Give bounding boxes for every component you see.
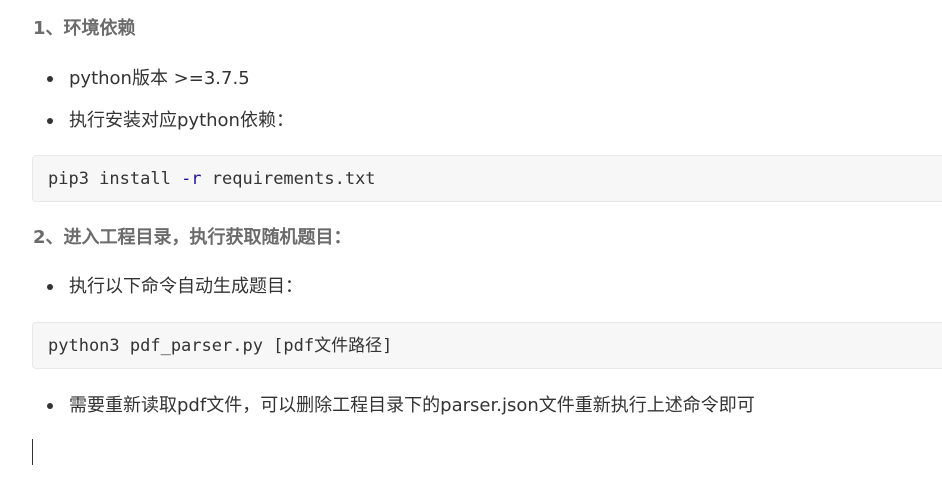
code-argument: requirements.txt <box>201 169 376 189</box>
section-heading-run: 2、进入工程目录，执行获取随机题目： <box>33 227 352 248</box>
code-block-run[interactable]: python3 pdf_parser.py [pdf文件路径] <box>32 322 942 369</box>
code-placeholder-text: 文件路径 <box>314 336 383 356</box>
bullet-icon <box>47 284 53 290</box>
list-item-text: 执行安装对应python依赖： <box>69 110 294 131</box>
code-command: pip3 install <box>48 169 182 189</box>
code-command: python3 pdf_parser.py [pdf <box>48 336 315 356</box>
list-item: 执行以下命令自动生成题目： <box>47 274 303 300</box>
list-item-text: 需要重新读取pdf文件，可以删除工程目录下的parser.json文件重新执行上… <box>69 395 755 416</box>
bullet-icon <box>47 76 53 82</box>
bullet-icon <box>47 118 53 124</box>
code-block-install[interactable]: pip3 install -r requirements.txt <box>32 155 942 202</box>
bullet-icon <box>47 403 53 409</box>
list-item: 执行安装对应python依赖： <box>47 108 294 134</box>
list-item: 需要重新读取pdf文件，可以删除工程目录下的parser.json文件重新执行上… <box>47 393 755 419</box>
document-page: 1、环境依赖 python版本 >=3.7.5 执行安装对应python依赖： … <box>0 0 942 500</box>
text-cursor[interactable] <box>32 439 33 465</box>
list-item-text: python版本 >=3.7.5 <box>69 68 250 89</box>
list-item-text: 执行以下命令自动生成题目： <box>69 276 303 297</box>
list-item: python版本 >=3.7.5 <box>47 66 250 92</box>
code-line: python3 pdf_parser.py [pdf文件路径] <box>48 334 392 358</box>
section-heading-environment: 1、环境依赖 <box>33 18 136 39</box>
code-line: pip3 install -r requirements.txt <box>48 167 376 191</box>
code-bracket: ] <box>382 336 393 356</box>
code-flag: -r <box>181 169 202 189</box>
